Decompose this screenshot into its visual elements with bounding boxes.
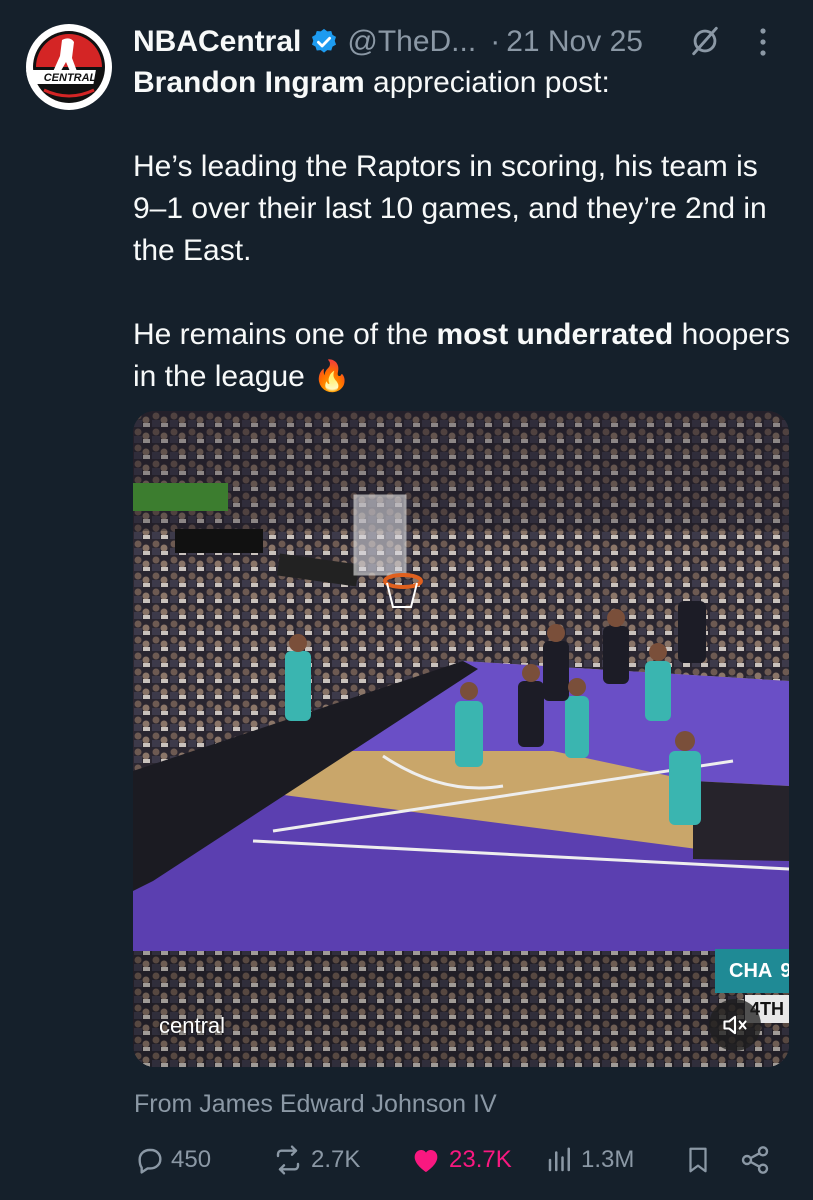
author-name[interactable]: NBACentral — [133, 25, 301, 59]
views-count: 1.3M — [581, 1146, 635, 1173]
views-chart-icon — [548, 1147, 570, 1172]
author-handle[interactable]: @TheD... — [347, 25, 476, 59]
reply-icon — [138, 1148, 162, 1174]
reply-count: 450 — [171, 1146, 212, 1173]
post-date[interactable]: 21 Nov 25 — [506, 25, 643, 59]
verified-badge-icon — [309, 27, 339, 57]
more-options-icon[interactable] — [757, 26, 769, 58]
post-paragraph-3: He remains one of the most underrated ho… — [133, 318, 790, 393]
post-body: Brandon Ingram appreciation post: He’s l… — [133, 62, 793, 398]
mute-button[interactable] — [709, 999, 761, 1051]
like-button[interactable]: 23.7K — [409, 1140, 512, 1180]
bookmark-icon[interactable] — [683, 1144, 713, 1176]
grok-icon[interactable] — [688, 24, 722, 58]
share-icon[interactable] — [739, 1144, 771, 1176]
repost-count: 2.7K — [311, 1146, 361, 1173]
fire-emoji-icon: 🔥 — [313, 360, 351, 393]
post-header: NBACentral @TheD... · 21 Nov 25 — [133, 22, 793, 62]
header-separator: · — [490, 25, 501, 58]
video-watermark: central — [159, 1013, 226, 1038]
repost-icon — [276, 1145, 300, 1175]
like-count: 23.7K — [449, 1146, 512, 1173]
views-button[interactable]: 1.3M — [545, 1140, 634, 1180]
action-bar: 450 2.7K 23.7K 1.3M — [133, 1140, 793, 1180]
reply-button[interactable]: 450 — [133, 1140, 211, 1180]
post-paragraph-1: Brandon Ingram appreciation post: — [133, 66, 610, 99]
video-frame-basketball — [133, 411, 789, 1067]
post-paragraph-2: He’s leading the Raptors in scoring, his… — [133, 150, 767, 267]
avatar[interactable]: CENTRAL — [26, 24, 112, 110]
heart-filled-icon — [414, 1150, 438, 1172]
repost-button[interactable]: 2.7K — [271, 1140, 360, 1180]
scoreboard-team: CHA 9 — [715, 949, 789, 993]
media-source-attribution[interactable]: From James Edward Johnson IV — [134, 1090, 497, 1119]
player-name: Brandon Ingram — [133, 66, 365, 99]
nbacentral-logo: CENTRAL — [26, 26, 110, 108]
avatar-logo-text: CENTRAL — [44, 72, 97, 84]
speaker-muted-icon — [723, 1015, 747, 1035]
video-player[interactable]: CHA 9 4TH central — [133, 411, 789, 1067]
